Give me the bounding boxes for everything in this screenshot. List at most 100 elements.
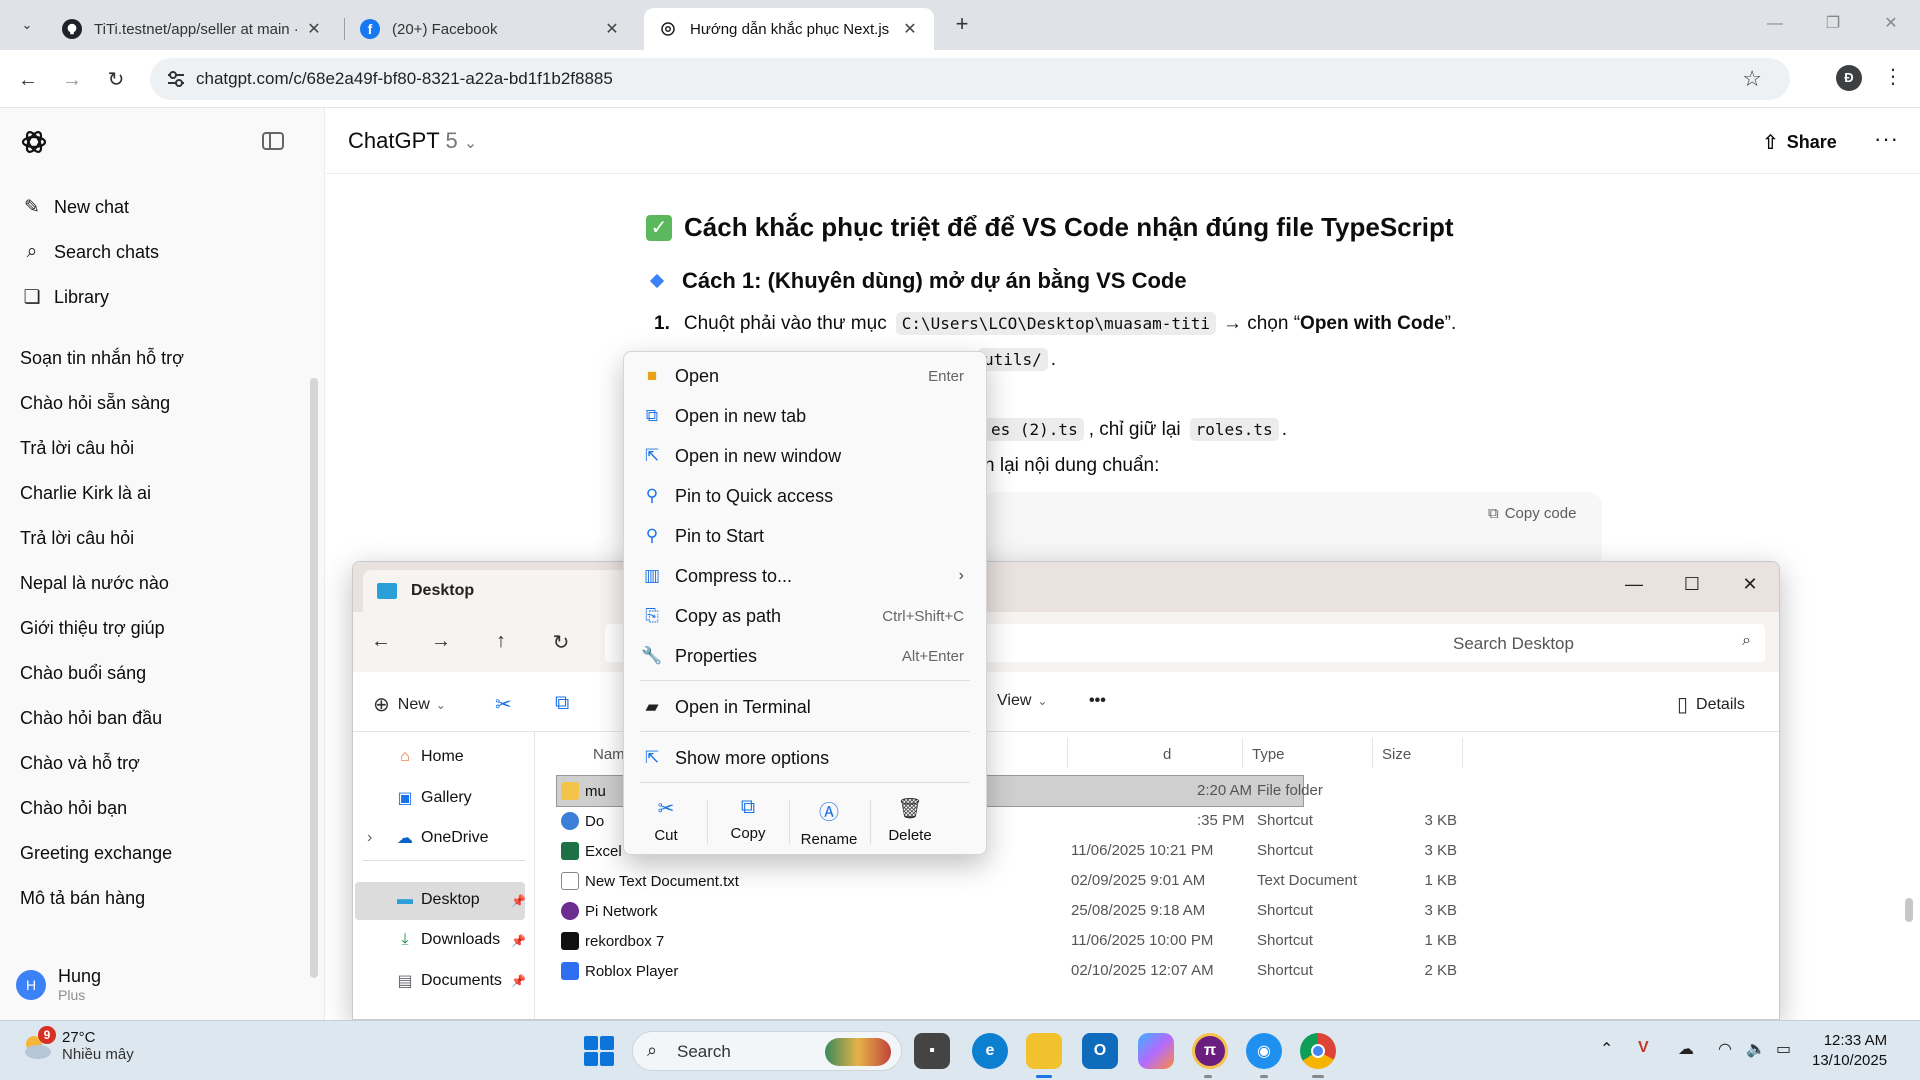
new-chat-button[interactable]: ✎ New chat	[20, 196, 129, 219]
page-scrollbar[interactable]	[1905, 898, 1913, 922]
windows-start-icon[interactable]	[584, 1036, 614, 1066]
library-button[interactable]: ❏ Library	[20, 286, 109, 309]
close-window-icon[interactable]: ✕	[1735, 572, 1765, 596]
copy-button[interactable]: ⧉ Copy	[708, 796, 788, 842]
menu-item-pin-quick-access[interactable]: ⚲ Pin to Quick access	[624, 476, 986, 516]
site-settings-icon[interactable]	[166, 69, 186, 89]
copilot-icon[interactable]	[1138, 1033, 1174, 1069]
menu-item-open-new-tab[interactable]: ⧉ Open in new tab	[624, 396, 986, 436]
search-chats-button[interactable]: ⌕ Search chats	[20, 241, 159, 263]
cut-button[interactable]: ✂ Cut	[626, 796, 706, 844]
antivirus-tray-icon[interactable]: V	[1638, 1039, 1649, 1057]
taskbar-search-box[interactable]: ⌕ Search	[632, 1031, 902, 1071]
file-row[interactable]: Roblox Player 02/10/2025 12:07 AM Shortc…	[537, 956, 1779, 986]
new-tab-button[interactable]: +	[950, 12, 974, 36]
nav-item-onedrive[interactable]: › ☁ OneDrive	[367, 828, 489, 848]
new-button[interactable]: ⊕ New ⌄	[373, 692, 446, 717]
weather-widget[interactable]: 9 27°C Nhiều mây	[20, 1026, 134, 1063]
menu-item-compress[interactable]: ▥ Compress to... ›	[624, 556, 986, 596]
game-app-icon[interactable]: ◉	[1246, 1033, 1282, 1069]
menu-item-open-new-window[interactable]: ⇱ Open in new window	[624, 436, 986, 476]
share-button[interactable]: ⇧ Share	[1762, 130, 1837, 155]
pin-icon[interactable]: 📌	[511, 894, 526, 908]
copy-code-button[interactable]: ⧉ Copy code	[1488, 505, 1576, 522]
chatgpt-logo-icon[interactable]	[20, 128, 48, 156]
address-bar[interactable]: chatgpt.com/c/68e2a49f-bf80-8321-a22a-bd…	[150, 58, 1790, 100]
chat-history-item[interactable]: Trả lời câu hỏi	[20, 438, 134, 459]
bookmark-star-icon[interactable]: ☆	[1742, 66, 1762, 92]
restore-icon[interactable]: ❐	[1818, 12, 1848, 36]
nav-item-desktop[interactable]: ▬ Desktop	[395, 891, 480, 909]
nav-item-downloads[interactable]: ⤓ Downloads	[395, 931, 500, 949]
close-tab-icon[interactable]: ✕	[602, 19, 622, 39]
up-icon[interactable]: ↑	[487, 630, 515, 653]
column-header-name[interactable]: Nam	[593, 746, 625, 763]
chat-history-item[interactable]: Charlie Kirk là ai	[20, 483, 151, 504]
chat-history-item[interactable]: Trả lời câu hỏi	[20, 528, 134, 549]
system-clock[interactable]: 12:33 AM 13/10/2025	[1812, 1031, 1887, 1071]
chat-history-item[interactable]: Chào hỏi bạn	[20, 798, 127, 819]
minimize-icon[interactable]: —	[1760, 12, 1790, 36]
cut-icon[interactable]: ✂	[495, 692, 520, 717]
close-tab-icon[interactable]: ✕	[900, 19, 920, 39]
chat-history-item[interactable]: Giới thiệu trợ giúp	[20, 618, 165, 639]
chat-history-item[interactable]: Chào buổi sáng	[20, 663, 146, 684]
file-row[interactable]: Pi Network 25/08/2025 9:18 AM Shortcut 3…	[537, 896, 1779, 926]
reload-icon[interactable]: ↻	[102, 66, 130, 94]
chat-history-item[interactable]: Greeting exchange	[20, 843, 172, 864]
nav-item-documents[interactable]: ▤ Documents	[395, 971, 501, 991]
sidebar-toggle-icon[interactable]	[262, 132, 284, 150]
column-header-type[interactable]: Type	[1252, 746, 1285, 763]
nav-item-gallery[interactable]: ▣ Gallery	[395, 788, 471, 808]
tab-search-dropdown[interactable]: ⌄	[14, 12, 40, 38]
battery-icon[interactable]: ▭	[1776, 1039, 1791, 1059]
pi-network-icon[interactable]: π	[1192, 1033, 1228, 1069]
copy-icon[interactable]: ⧉	[555, 692, 577, 715]
forward-icon[interactable]: →	[427, 630, 455, 653]
chat-history-item[interactable]: Mô tả bán hàng	[20, 888, 145, 909]
close-window-icon[interactable]: ✕	[1876, 12, 1906, 36]
file-explorer-icon[interactable]	[1026, 1033, 1062, 1069]
refresh-icon[interactable]: ↻	[547, 630, 575, 655]
column-header-size[interactable]: Size	[1382, 746, 1411, 763]
profile-avatar[interactable]: Đ	[1836, 65, 1862, 91]
cloud-off-icon[interactable]: ☁	[1678, 1039, 1694, 1059]
browser-tab-facebook[interactable]: f (20+) Facebook ✕	[346, 8, 636, 50]
column-header-date[interactable]: d	[1163, 746, 1171, 763]
see-more-icon[interactable]: •••	[1089, 692, 1106, 710]
chevron-right-icon[interactable]: ›	[367, 829, 387, 847]
sidebar-scrollbar[interactable]	[310, 378, 318, 978]
chrome-icon[interactable]	[1300, 1033, 1336, 1069]
forward-icon[interactable]: →	[58, 66, 86, 94]
chat-history-item[interactable]: Chào hỏi sẵn sàng	[20, 393, 170, 414]
menu-item-copy-as-path[interactable]: ⎘ Copy as path Ctrl+Shift+C	[624, 596, 986, 636]
app-icon[interactable]: ▪	[914, 1033, 950, 1069]
model-selector[interactable]: ChatGPT 5 ⌄	[348, 128, 477, 154]
chat-history-item[interactable]: Chào hỏi ban đầu	[20, 708, 162, 729]
nav-item-home[interactable]: ⌂ Home	[395, 748, 464, 766]
menu-item-show-more-options[interactable]: ⇱ Show more options	[624, 738, 986, 778]
url-text[interactable]: chatgpt.com/c/68e2a49f-bf80-8321-a22a-bd…	[196, 69, 613, 89]
conversation-options-icon[interactable]: ···	[1874, 126, 1899, 152]
menu-item-properties[interactable]: 🔧 Properties Alt+Enter	[624, 636, 986, 676]
menu-item-open[interactable]: ■ Open Enter	[624, 356, 986, 396]
pin-icon[interactable]: 📌	[511, 934, 526, 948]
browser-tab-chatgpt[interactable]: Hướng dẫn khắc phục Next.js ✕	[644, 8, 934, 50]
column-divider[interactable]	[1242, 738, 1243, 768]
menu-item-pin-start[interactable]: ⚲ Pin to Start	[624, 516, 986, 556]
close-tab-icon[interactable]: ✕	[304, 19, 324, 39]
browser-tab-github[interactable]: TiTi.testnet/app/seller at main · ✕	[48, 8, 338, 50]
file-row[interactable]: New Text Document.txt 02/09/2025 9:01 AM…	[537, 866, 1779, 896]
back-icon[interactable]: ←	[367, 630, 395, 653]
user-account-button[interactable]: H Hung Plus	[16, 966, 101, 1003]
browser-menu-icon[interactable]: ⋮	[1883, 64, 1903, 89]
show-hidden-icons-chevron-icon[interactable]: ⌃	[1600, 1039, 1613, 1059]
explorer-search-box[interactable]: Search Desktop ⌕	[1435, 624, 1765, 662]
wifi-icon[interactable]: ◠	[1718, 1039, 1732, 1059]
outlook-icon[interactable]: O	[1082, 1033, 1118, 1069]
file-row[interactable]: rekordbox 7 11/06/2025 10:00 PM Shortcut…	[537, 926, 1779, 956]
pin-icon[interactable]: 📌	[511, 974, 526, 988]
rename-button[interactable]: Ⓐ Rename	[789, 796, 869, 848]
minimize-icon[interactable]: —	[1619, 572, 1649, 596]
details-pane-button[interactable]: ▯ Details	[1677, 692, 1745, 717]
